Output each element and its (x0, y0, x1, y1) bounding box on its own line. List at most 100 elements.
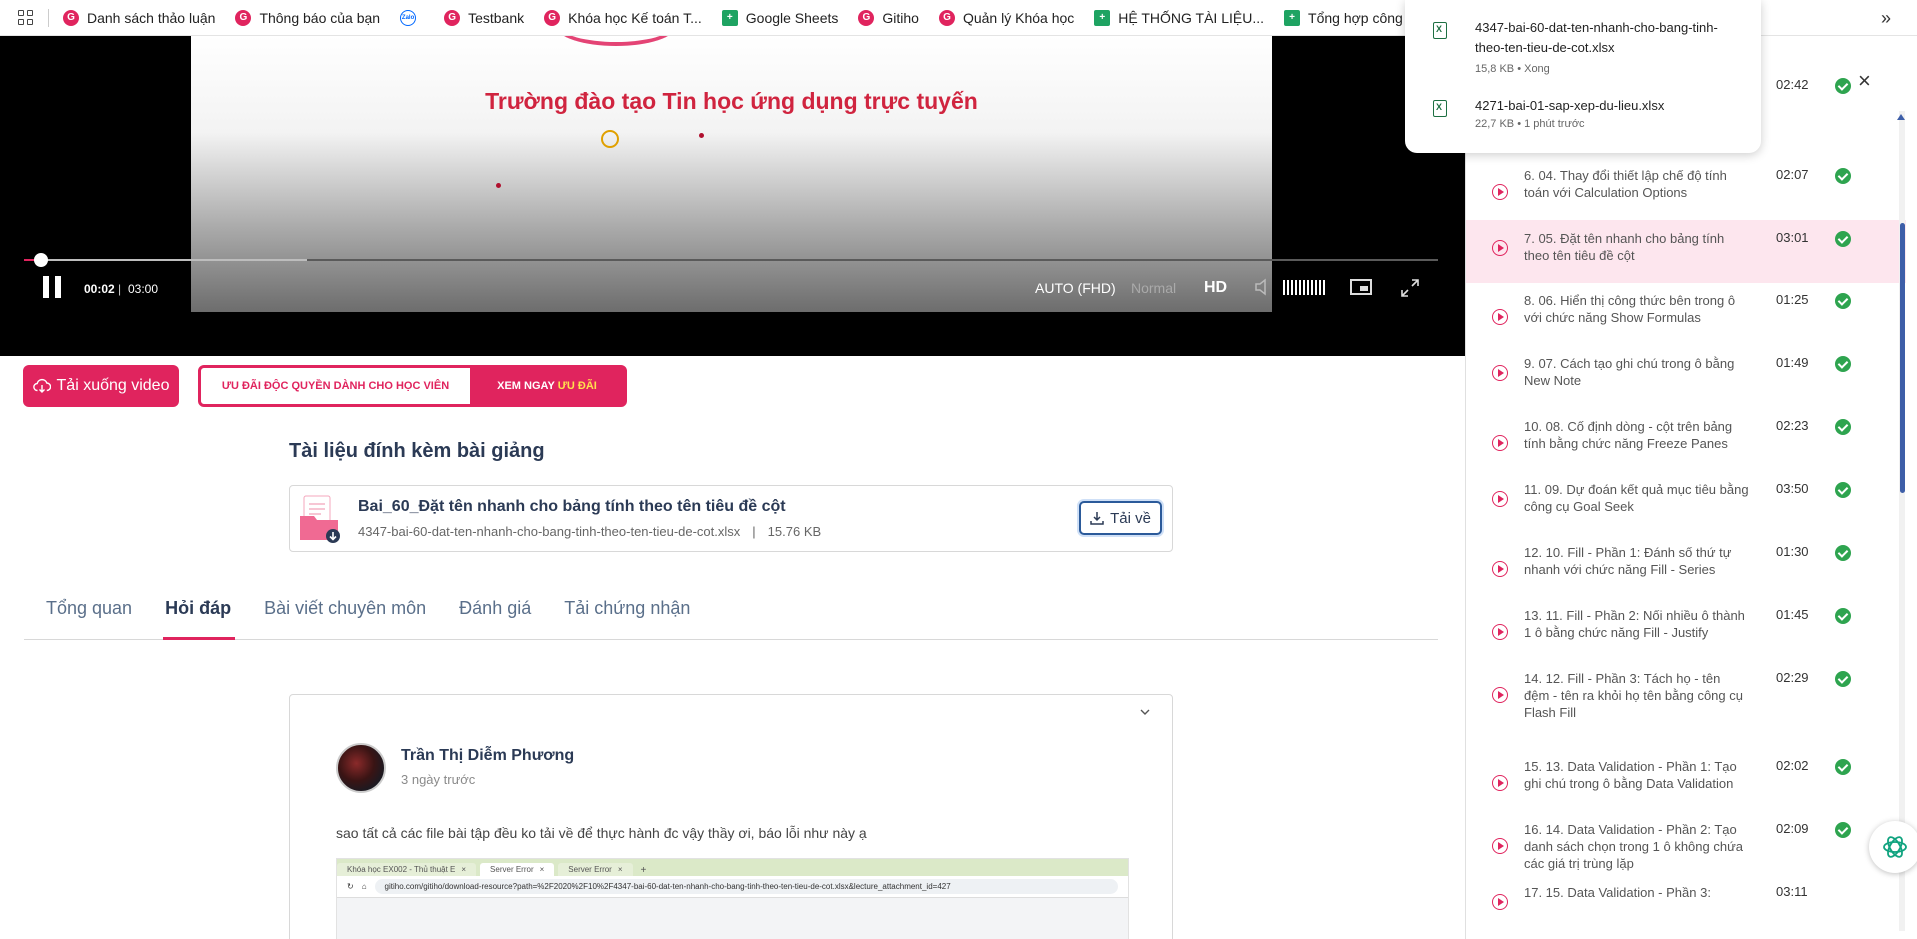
attachment-meta: 4347-bai-60-dat-ten-nhanh-cho-bang-tinh-… (358, 524, 821, 539)
screenshot-home-icon: ⌂ (361, 882, 367, 891)
zalo-icon: Zalo (400, 9, 417, 26)
tab-item[interactable]: Tải chứng nhận (564, 590, 690, 639)
completed-check-icon (1835, 78, 1851, 94)
excel-file-icon (300, 495, 340, 543)
bookmark-item[interactable]: G Danh sách thảo luận (63, 9, 215, 26)
lesson-item[interactable]: 12. 10. Fill - Phần 1: Đánh số thứ tự nh… (1466, 534, 1906, 597)
gitiho-icon: G (235, 9, 252, 26)
bookmark-label: HỆ THỐNG TÀI LIỆU... (1118, 9, 1265, 26)
lesson-item[interactable]: 11. 09. Dự đoán kết quả mục tiêu bằng cô… (1466, 471, 1906, 534)
promo-banner[interactable]: ƯU ĐÃI ĐỘC QUYỀN DÀNH CHO HỌC VIÊN XEM N… (198, 365, 627, 407)
completed-check-icon (1835, 168, 1851, 184)
attachment-meta-separator: | (752, 524, 756, 539)
lesson-title: 12. 10. Fill - Phần 1: Đánh số thứ tự nh… (1524, 545, 1732, 577)
promo-offer-label: ƯU ĐÃI (557, 380, 597, 392)
lesson-scrollbar[interactable] (1899, 111, 1905, 931)
lesson-duration: 01:30 (1776, 544, 1809, 559)
bookmark-item[interactable]: + Google Sheets (721, 9, 838, 26)
picture-in-picture-icon[interactable] (1350, 279, 1372, 295)
completed-check-icon (1835, 608, 1851, 624)
cursor-highlight-icon (601, 130, 619, 148)
lesson-item[interactable]: 8. 06. Hiển thị công thức bên trong ô vớ… (1466, 282, 1906, 345)
quality-selector[interactable]: AUTO (FHD) (1035, 280, 1116, 296)
play-circle-icon (1492, 309, 1508, 325)
video-frame-title: Trường đào tạo Tin học ứng dụng trực tuy… (485, 88, 978, 114)
lesson-playlist-panel: × tăng dần/ giảm dần với công cụ Sort02:… (1465, 36, 1917, 939)
attachments-heading: Tài liệu đính kèm bài giảng (289, 440, 545, 462)
video-frame: Trường đào tạo Tin học ứng dụng trực tuy… (191, 36, 1272, 312)
lesson-item[interactable]: 6. 04. Thay đổi thiết lập chế độ tính to… (1466, 157, 1906, 220)
play-circle-icon (1492, 687, 1508, 703)
tab-item[interactable]: Hỏi đáp (163, 590, 236, 640)
bookmark-item[interactable]: G Quản lý Khóa học (938, 9, 1074, 26)
speed-selector[interactable]: Normal (1131, 280, 1176, 296)
attachment-card: Bai_60_Đặt tên nhanh cho bảng tính theo … (289, 485, 1173, 552)
tab-item[interactable]: Bài viết chuyên môn (264, 590, 426, 639)
volume-icon[interactable] (1254, 278, 1272, 296)
pause-icon[interactable] (43, 276, 62, 298)
download-filename: 4347-bai-60-dat-ten-nhanh-cho-bang-tinh-… (1475, 20, 1718, 55)
play-circle-icon (1492, 365, 1508, 381)
chatgpt-button[interactable] (1869, 821, 1917, 873)
lesson-scrollbar-thumb[interactable] (1900, 223, 1905, 493)
logo-arc-icon (556, 36, 676, 46)
screenshot-tab: Server Error × (558, 863, 633, 876)
completed-check-icon (1835, 356, 1851, 372)
bookmark-item[interactable]: G Gitiho (858, 9, 919, 26)
gitiho-icon: G (63, 9, 79, 26)
download-attachment-button[interactable]: Tải về (1079, 501, 1162, 535)
download-attachment-label: Tải về (1110, 509, 1151, 527)
download-video-button[interactable]: Tải xuống video (23, 365, 179, 407)
video-buffer-bar (24, 259, 307, 261)
completed-check-icon (1835, 759, 1851, 775)
bookmark-item[interactable]: G Khóa học Kế toán T... (544, 9, 702, 26)
scroll-up-arrow-icon[interactable] (1897, 114, 1905, 120)
lesson-item[interactable]: 13. 11. Fill - Phần 2: Nối nhiều ô thành… (1466, 597, 1906, 660)
comment-attached-screenshot[interactable]: Khóa học EX002 - Thủ thuật E × Server Err… (336, 858, 1129, 939)
lesson-title: 15. 13. Data Validation - Phần 1: Tạo gh… (1524, 759, 1737, 791)
lesson-item[interactable]: 15. 13. Data Validation - Phần 1: Tạo gh… (1466, 748, 1906, 811)
comment-author[interactable]: Trần Thị Diễm Phương (401, 747, 574, 765)
lesson-duration: 02:02 (1776, 758, 1809, 773)
gitiho-icon: G (444, 9, 461, 26)
lesson-item[interactable]: 16. 14. Data Validation - Phần 2: Tạo da… (1466, 811, 1906, 874)
lesson-duration: 01:45 (1776, 607, 1809, 622)
video-player[interactable]: Trường đào tạo Tin học ứng dụng trực tuy… (0, 36, 1465, 356)
bookmarks-overflow-icon[interactable]: » (1881, 8, 1891, 29)
promo-view-now-button[interactable]: XEM NGAY ƯU ĐÃI (470, 368, 624, 404)
apps-grid-icon[interactable] (18, 9, 34, 26)
lesson-item[interactable]: 7. 05. Đặt tên nhanh cho bảng tính theo … (1466, 220, 1906, 283)
screenshot-new-tab-icon: + (640, 865, 647, 876)
downloads-popup: 4347-bai-60-dat-ten-nhanh-cho-bang-tinh-… (1405, 0, 1761, 153)
lesson-item[interactable]: 14. 12. Fill - Phần 3: Tách họ - tên đệm… (1466, 660, 1906, 748)
avatar[interactable] (336, 743, 386, 793)
video-progress-handle[interactable] (33, 253, 48, 267)
lesson-duration: 03:01 (1776, 230, 1809, 245)
bookmark-item[interactable]: G Testbank (444, 9, 524, 26)
video-progress-bar[interactable] (24, 253, 1438, 267)
screenshot-address-bar: ↻ ⌂ gitiho.com/gitiho/download-resource?… (337, 876, 1128, 898)
bookmark-label: Khóa học Kế toán T... (568, 9, 702, 26)
completed-check-icon (1835, 671, 1851, 687)
lesson-duration: 02:42 (1776, 77, 1809, 92)
fullscreen-icon[interactable] (1400, 278, 1420, 298)
completed-check-icon (1835, 482, 1851, 498)
chevron-down-icon[interactable] (1140, 707, 1150, 717)
lesson-duration: 01:49 (1776, 355, 1809, 370)
volume-slider[interactable] (1283, 280, 1325, 295)
comment-time: 3 ngày trước (401, 772, 476, 787)
lesson-item[interactable]: 17. 15. Data Validation - Phần 3: 03:11 (1466, 874, 1906, 937)
bookmark-item[interactable]: G Thông báo của bạn (235, 9, 380, 26)
sheets-icon: + (721, 9, 738, 26)
lesson-item[interactable]: 10. 08. Cố định dòng - cột trên bảng tín… (1466, 408, 1906, 471)
completed-check-icon (1835, 822, 1851, 838)
lesson-item[interactable]: 9. 07. Cách tạo ghi chú trong ô bằng New… (1466, 345, 1906, 408)
tab-item[interactable]: Đánh giá (459, 590, 531, 639)
content-tabs: Tổng quan Hỏi đáp Bài viết chuyên môn Đánh … (24, 590, 1438, 640)
tab-item[interactable]: Tổng quan (46, 590, 132, 639)
hd-toggle[interactable]: HD (1204, 279, 1227, 297)
bookmark-item[interactable]: Zalo (400, 9, 424, 26)
play-circle-icon (1492, 435, 1508, 451)
bookmark-item[interactable]: + HỆ THỐNG TÀI LIỆU... (1094, 9, 1265, 26)
completed-check-icon (1835, 545, 1851, 561)
